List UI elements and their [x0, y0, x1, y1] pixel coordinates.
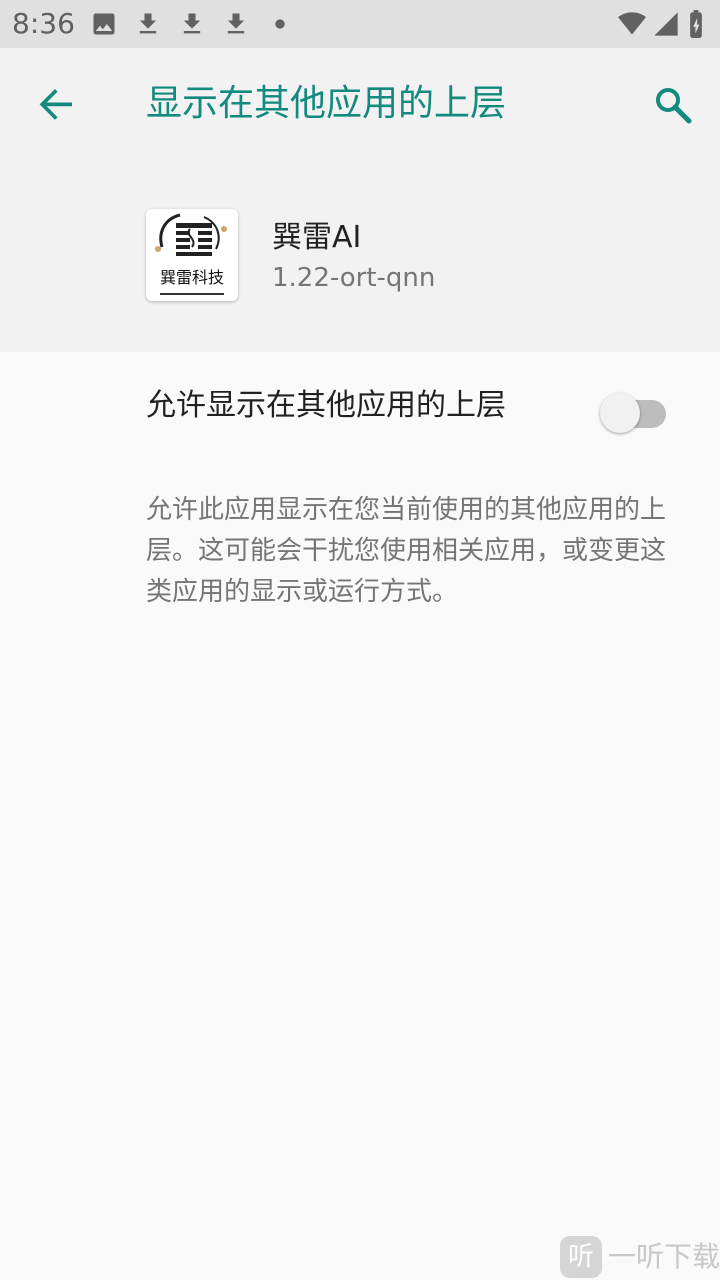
- download-icon: [134, 10, 162, 38]
- download-icon: [222, 10, 250, 38]
- battery-charging-icon: [686, 10, 706, 38]
- search-button[interactable]: [644, 76, 700, 132]
- watermark: 听 一听下载: [560, 1236, 720, 1280]
- permission-description: 允许此应用显示在您当前使用的其他应用的上层。这可能会干扰您使用相关应用，或变更这…: [146, 495, 667, 607]
- status-bar: 8:36: [0, 0, 720, 48]
- status-time: 8:36: [12, 7, 75, 40]
- switch-thumb: [600, 393, 640, 433]
- signal-icon: [652, 10, 680, 38]
- search-icon: [656, 88, 692, 124]
- permission-switch[interactable]: [600, 388, 668, 433]
- app-icon: 巽雷科技: [146, 209, 238, 301]
- permission-toggle-row[interactable]: 允许显示在其他应用的上层: [0, 352, 720, 464]
- back-button[interactable]: [28, 76, 84, 132]
- download-icon: [178, 10, 206, 38]
- image-icon: [90, 10, 118, 38]
- page-title: 显示在其他应用的上层: [146, 83, 507, 124]
- permission-label: 允许显示在其他应用的上层: [146, 388, 506, 423]
- wifi-icon: [616, 10, 648, 38]
- app-version: 1.22-ort-qnn: [272, 263, 436, 293]
- arrow-back-icon: [39, 89, 72, 120]
- watermark-text: 一听下载: [608, 1240, 720, 1273]
- toolbar: 显示在其他应用的上层: [0, 48, 720, 160]
- dot-icon: [266, 10, 294, 38]
- app-name: 巽雷AI: [272, 220, 362, 255]
- app-header: 巽雷科技 巽雷AI 1.22-ort-qnn: [0, 160, 720, 352]
- watermark-logo: 听: [560, 1236, 602, 1278]
- svg-text:巽雷科技: 巽雷科技: [160, 268, 224, 287]
